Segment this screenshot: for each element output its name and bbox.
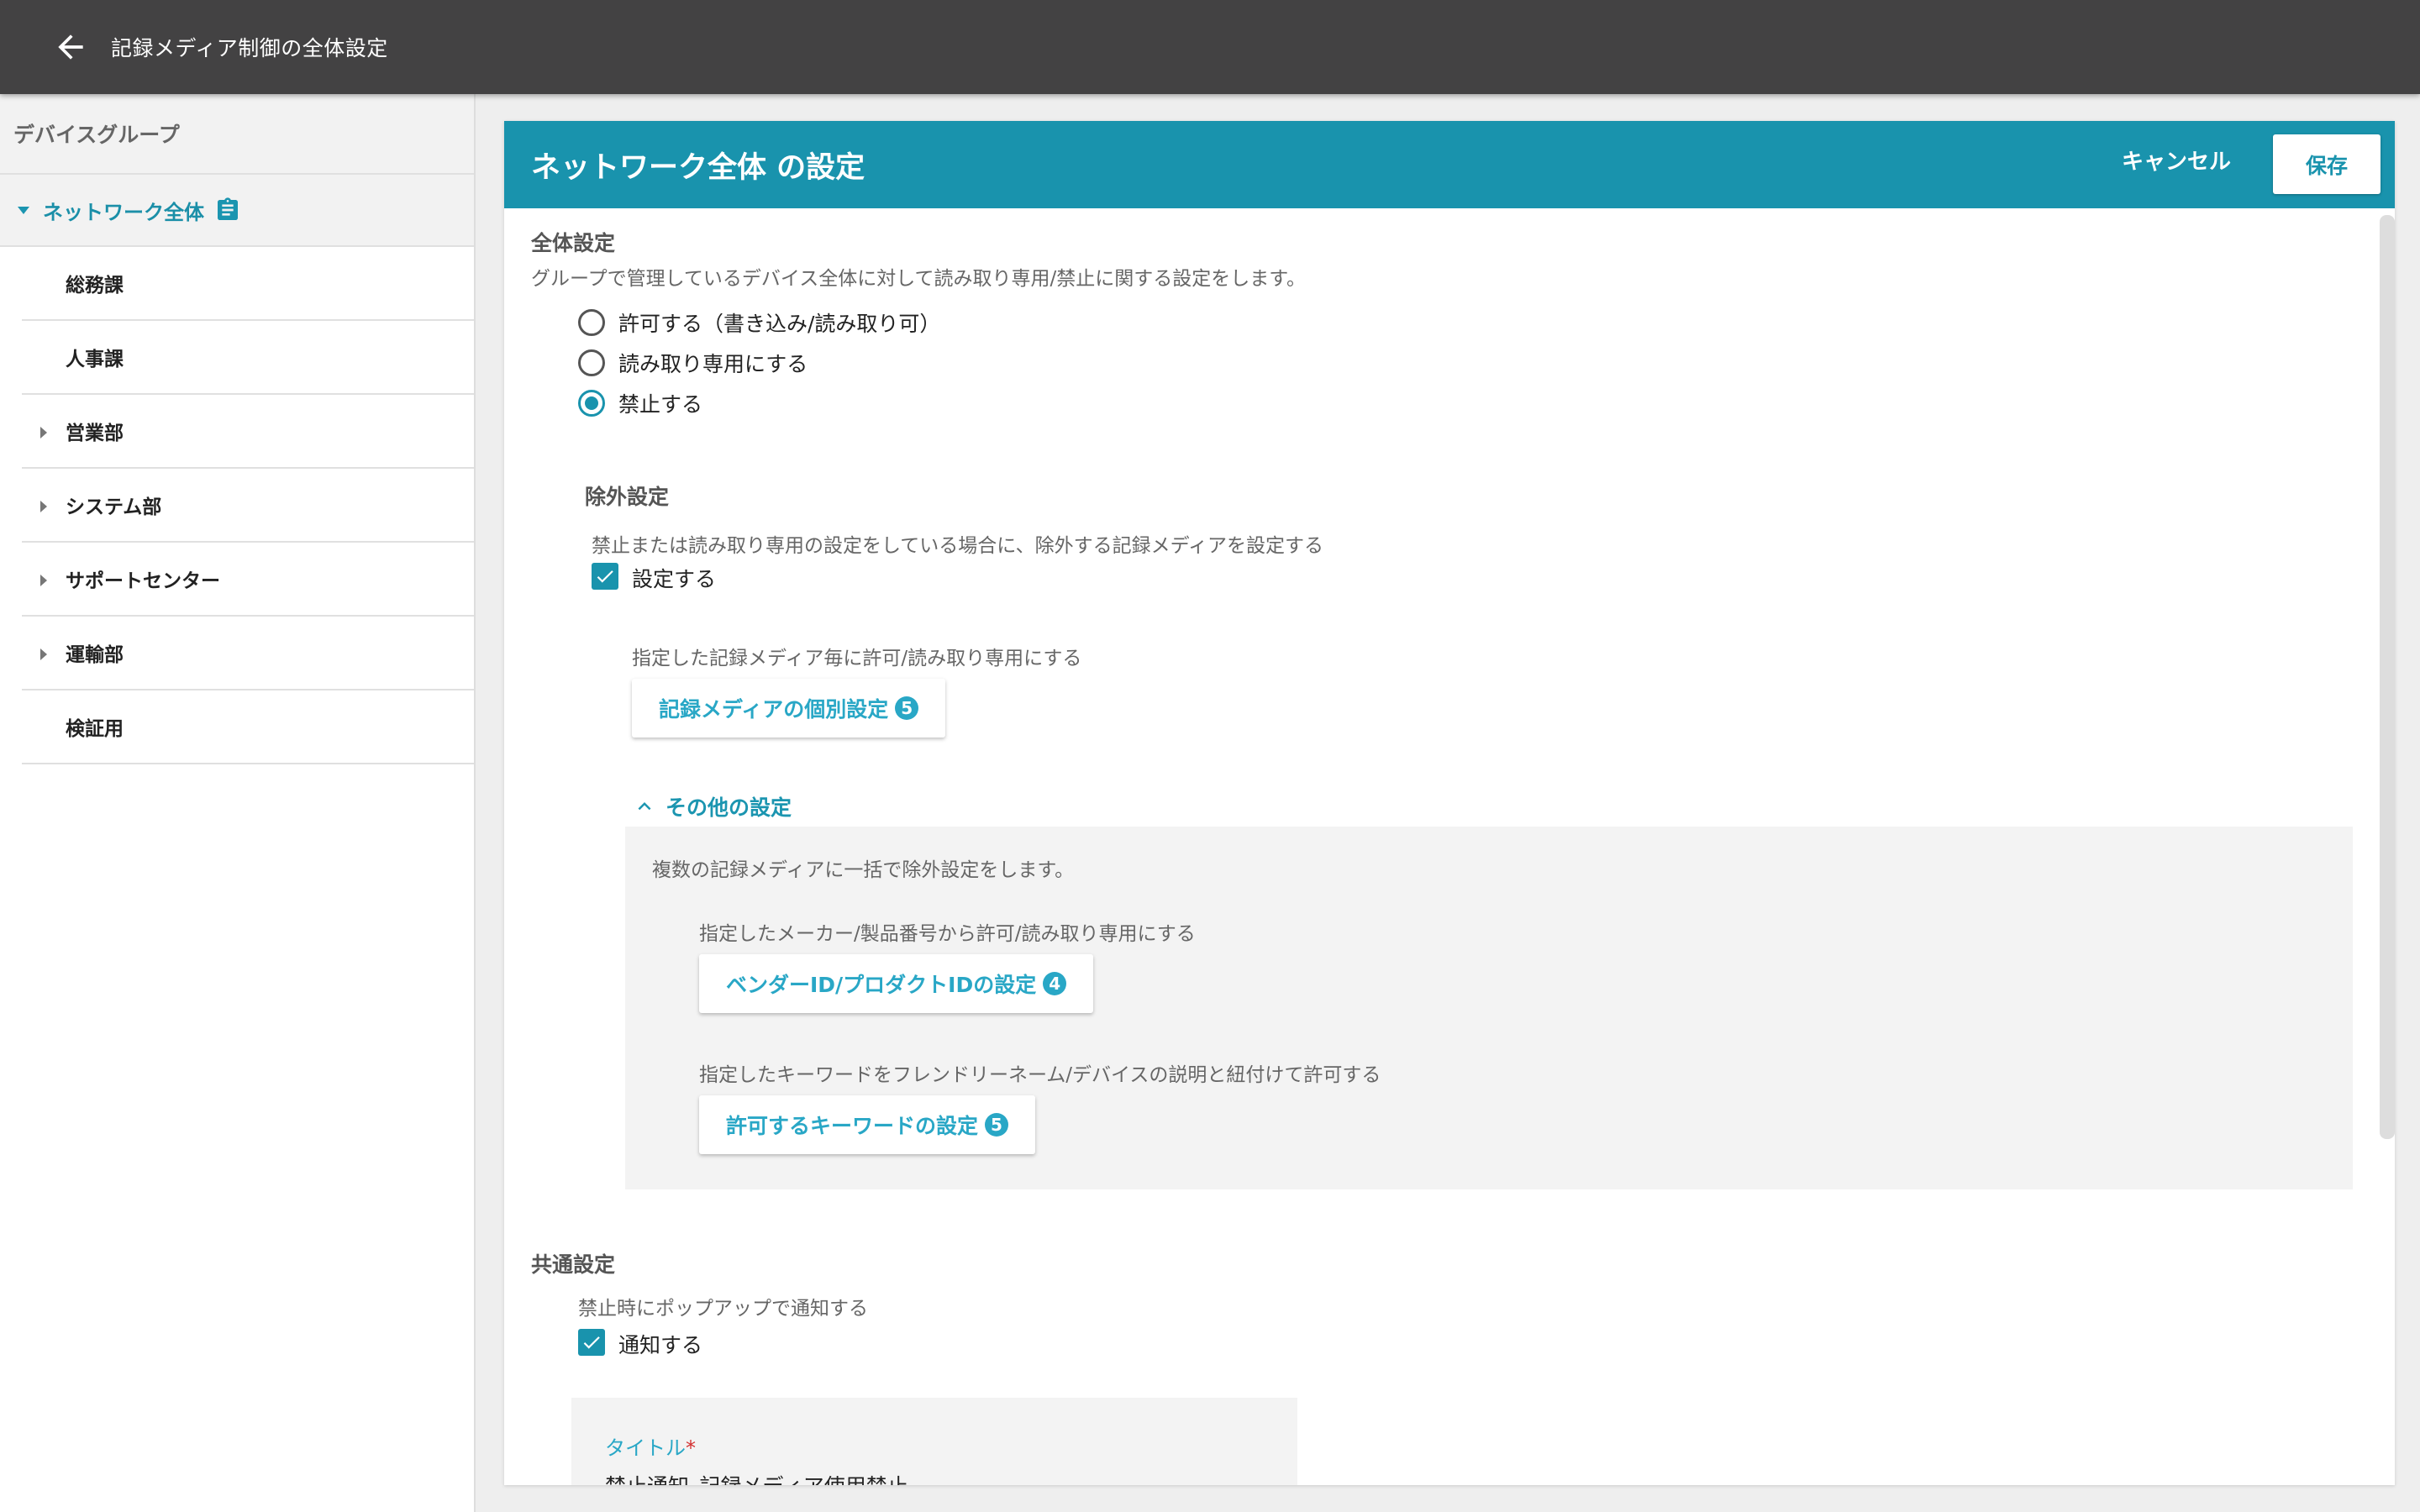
sidebar-item-label: 人事課 bbox=[66, 349, 124, 370]
overall-description: グループで管理しているデバイス全体に対して読み取り専用/禁止に関する設定をします… bbox=[531, 268, 1306, 290]
exclusion-checkbox-label[interactable]: 設定する bbox=[632, 563, 716, 593]
clipboard-icon[interactable] bbox=[214, 195, 241, 225]
other-settings-label: その他の設定 bbox=[666, 795, 792, 820]
title-field-value[interactable]: 禁止通知_記録メディア使用禁止 bbox=[605, 1470, 908, 1485]
sidebar-item-jinji[interactable]: 人事課 bbox=[22, 321, 474, 395]
notify-checkbox[interactable] bbox=[578, 1329, 605, 1356]
sidebar-header: デバイスグループ bbox=[0, 94, 474, 175]
tree-root-network[interactable]: ネットワーク全体 bbox=[0, 175, 474, 247]
sidebar: デバイスグループ ネットワーク全体 総務課 人事課 営業部 システム部 サポート… bbox=[0, 94, 476, 1512]
sidebar-item-kensho[interactable]: 検証用 bbox=[22, 690, 474, 764]
radio-allow[interactable] bbox=[578, 309, 605, 336]
overall-heading: 全体設定 bbox=[531, 231, 616, 255]
individual-settings-button[interactable]: 記録メディアの個別設定 5 bbox=[632, 679, 946, 738]
chevron-up-icon bbox=[638, 802, 651, 811]
sidebar-item-label: 運輸部 bbox=[66, 644, 124, 666]
radio-prohibit-label[interactable]: 禁止する bbox=[618, 388, 702, 418]
caret-right-icon[interactable] bbox=[40, 427, 47, 438]
vendor-product-id-label: ベンダーID/プロダクトIDの設定 bbox=[726, 973, 1037, 997]
caret-down-icon[interactable] bbox=[18, 206, 29, 214]
vendor-product-id-button[interactable]: ベンダーID/プロダクトIDの設定 4 bbox=[699, 954, 1094, 1013]
tree-root-label: ネットワーク全体 bbox=[43, 200, 204, 224]
back-arrow-icon[interactable] bbox=[52, 29, 89, 66]
sidebar-item-label: システム部 bbox=[66, 496, 162, 518]
exclusion-heading: 除外設定 bbox=[585, 485, 670, 509]
keyword-description: 指定したキーワードをフレンドリーネーム/デバイスの説明と紐付けて許可する bbox=[699, 1064, 1381, 1086]
individual-description: 指定した記録メディア毎に許可/読み取り専用にする bbox=[632, 648, 1082, 669]
radio-prohibit[interactable] bbox=[578, 390, 605, 417]
exclusion-checkbox[interactable] bbox=[592, 563, 618, 590]
settings-panel: ネットワーク全体 の設定 キャンセル 保存 全体設定 グループで管理しているデバ… bbox=[504, 121, 2395, 1485]
sidebar-item-label: 営業部 bbox=[66, 423, 124, 444]
scrollbar[interactable] bbox=[2380, 215, 2395, 1139]
other-settings-description: 複数の記録メディアに一括で除外設定をします。 bbox=[652, 859, 1075, 881]
individual-settings-label: 記録メディアの個別設定 bbox=[659, 697, 889, 722]
sidebar-item-unyu[interactable]: 運輸部 bbox=[22, 617, 474, 690]
sidebar-item-label: サポートセンター bbox=[66, 570, 220, 592]
count-badge: 5 bbox=[895, 696, 919, 720]
panel-header: ネットワーク全体 の設定 キャンセル 保存 bbox=[504, 121, 2395, 208]
caret-right-icon[interactable] bbox=[40, 575, 47, 586]
exclusion-description: 禁止または読み取り専用の設定をしている場合に、除外する記録メディアを設定する bbox=[592, 535, 1324, 557]
sidebar-item-support[interactable]: サポートセンター bbox=[22, 543, 474, 617]
notify-checkbox-label[interactable]: 通知する bbox=[618, 1329, 702, 1359]
sidebar-item-system[interactable]: システム部 bbox=[22, 469, 474, 543]
check-icon bbox=[583, 1336, 600, 1349]
other-settings-toggle[interactable]: その他の設定 bbox=[632, 791, 792, 822]
save-button[interactable]: 保存 bbox=[2273, 134, 2381, 194]
count-badge: 4 bbox=[1043, 972, 1067, 995]
cancel-button[interactable]: キャンセル bbox=[2122, 144, 2231, 176]
caret-right-icon[interactable] bbox=[40, 648, 47, 660]
page-title: 記録メディア制御の全体設定 bbox=[111, 36, 388, 60]
radio-readonly[interactable] bbox=[578, 349, 605, 376]
title-field-label-text: タイトル bbox=[605, 1436, 686, 1460]
radio-allow-label[interactable]: 許可する（書き込み/読み取り可） bbox=[618, 307, 940, 338]
common-description: 禁止時にポップアップで通知する bbox=[578, 1298, 868, 1320]
app-bar: 記録メディア制御の全体設定 bbox=[0, 0, 2420, 94]
count-badge: 5 bbox=[985, 1113, 1009, 1137]
common-heading: 共通設定 bbox=[531, 1252, 616, 1277]
title-field-label: タイトル* bbox=[605, 1431, 696, 1461]
sidebar-item-soumu[interactable]: 総務課 bbox=[22, 247, 474, 321]
sidebar-item-label: 検証用 bbox=[66, 718, 124, 740]
allowed-keywords-label: 許可するキーワードの設定 bbox=[726, 1114, 979, 1138]
allowed-keywords-button[interactable]: 許可するキーワードの設定 5 bbox=[699, 1095, 1036, 1154]
sidebar-item-label: 総務課 bbox=[66, 275, 124, 297]
check-icon bbox=[597, 570, 613, 583]
radio-readonly-label[interactable]: 読み取り専用にする bbox=[618, 348, 808, 378]
caret-right-icon[interactable] bbox=[40, 501, 47, 512]
panel-title: ネットワーク全体 の設定 bbox=[531, 150, 865, 185]
required-mark: * bbox=[686, 1436, 696, 1460]
vendor-description: 指定したメーカー/製品番号から許可/読み取り専用にする bbox=[699, 923, 1196, 945]
sidebar-item-eigyo[interactable]: 営業部 bbox=[22, 395, 474, 469]
